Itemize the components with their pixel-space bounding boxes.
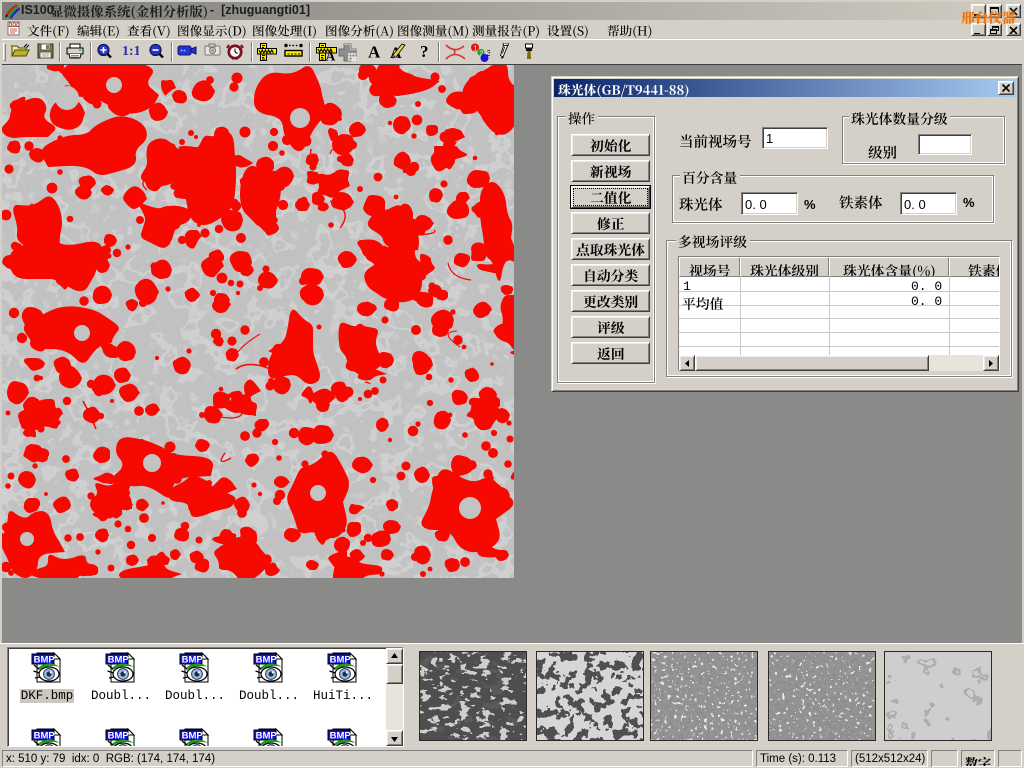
svg-text:1: 1 bbox=[473, 46, 477, 53]
svg-text:DOC: DOC bbox=[9, 22, 21, 28]
svg-text:1:1: 1:1 bbox=[122, 44, 139, 57]
svg-text:A: A bbox=[326, 49, 336, 62]
svg-text:A: A bbox=[368, 43, 381, 59]
svg-text:?: ? bbox=[420, 43, 429, 59]
svg-text:3: 3 bbox=[487, 49, 490, 58]
